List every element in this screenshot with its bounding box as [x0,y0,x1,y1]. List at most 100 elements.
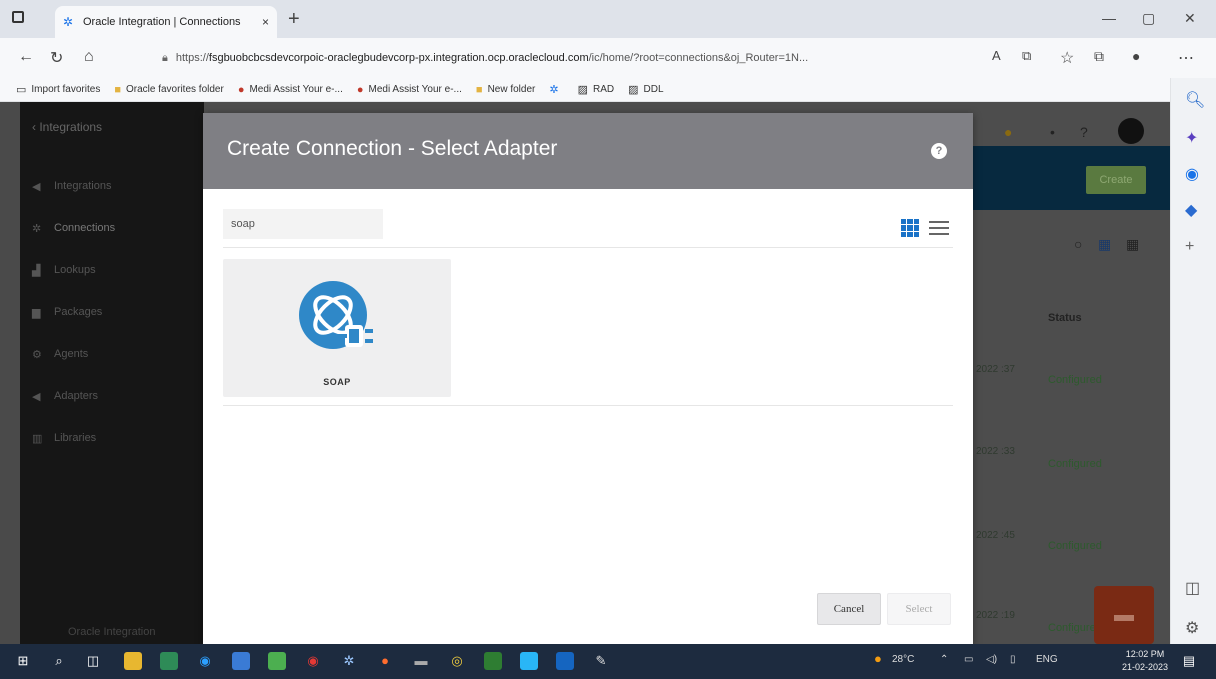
favorite-oracle-folder[interactable]: ■ Oracle favorites folder [114,84,223,96]
sidebar-layout-icon[interactable]: ◫ [1185,578,1200,598]
favorite-import[interactable]: ▭ Import favorites [16,83,100,96]
volume-icon[interactable]: ◁) [986,654,997,665]
grid-layout-icon[interactable]: ▦ [1098,236,1111,253]
sheets-app-icon[interactable] [160,652,178,670]
app-footer-label: Oracle Integration [68,626,156,638]
read-aloud-icon[interactable]: A [992,48,1001,63]
nav-item-packages[interactable]: ▆ Packages [32,300,204,324]
list-view-icon[interactable] [929,219,949,237]
app-icon[interactable]: ✲ [340,652,358,670]
app-icon[interactable]: ◎ [448,652,466,670]
row-status: Configured [1048,458,1102,470]
word-icon[interactable] [556,652,574,670]
url-prefix: https:// [175,52,209,64]
adapter-card-soap[interactable]: SOAP [223,259,451,397]
favorite-integration[interactable]: ✲ [549,83,563,96]
home-icon[interactable]: ⌂ [84,48,94,66]
minimize-icon[interactable]: — [1102,10,1116,26]
soap-adapter-icon [299,281,373,349]
app-icon[interactable]: ▬ [412,652,430,670]
nav-item-integrations[interactable]: ◀ Integrations [32,174,204,198]
app-icon[interactable]: ✎ [592,652,610,670]
app-icon[interactable] [232,652,250,670]
help-icon[interactable]: ? [931,143,947,159]
nav-item-agents[interactable]: ⚙ Agents [32,342,204,366]
favorites-bar: ▭ Import favorites ■ Oracle favorites fold… [0,78,1170,102]
medi-assist-icon: ● [356,83,364,96]
adapter-search-input[interactable] [223,209,383,239]
search-icon[interactable]: ⌕ [50,652,68,670]
tray-chevron-icon[interactable]: ⌃ [940,654,948,665]
back-arrow-icon[interactable]: ← [18,48,34,66]
adapters-icon: ◀ [32,390,41,403]
copilot-icon[interactable]: ✦ [1185,128,1198,148]
favorite-new-folder[interactable]: ■ New folder [476,84,535,96]
nav-item-libraries[interactable]: ▥ Libraries [32,426,204,450]
grid-view-icon[interactable] [901,219,919,237]
chrome-icon[interactable]: ◉ [304,652,322,670]
favorite-rad[interactable]: ▨ RAD [578,83,615,96]
tab-actions-icon[interactable] [12,11,24,23]
search-icon[interactable]: 🔍︎ [1185,90,1205,110]
back-to-integrations[interactable]: ‹ Integrations [32,120,102,134]
windows-start-icon[interactable]: ⊞ [14,652,32,670]
status-column-header: Status [1048,312,1082,324]
user-icon[interactable]: • [1050,124,1055,140]
notification-icon[interactable]: ● [1004,124,1012,140]
app-icon[interactable] [520,652,538,670]
row-status: Configured [1048,540,1102,552]
edge-sidebar: 🔍︎ ✦ ◉ ◆ + ◫ ⚙ [1170,78,1216,644]
more-menu-icon[interactable]: ⋯ [1178,48,1194,68]
chat-button[interactable]: ▬ [1094,586,1154,644]
packages-icon: ▆ [32,306,41,319]
task-view-icon[interactable]: ◫ [84,652,102,670]
divider [223,247,953,248]
browser-tab[interactable]: ✲ Oracle Integration | Connections × [55,6,277,38]
network-icon[interactable]: ▭ [964,654,973,665]
collections-icon[interactable]: ⧉ [1094,48,1104,65]
restore-icon[interactable]: ▢ [1142,10,1155,27]
add-sidebar-app-icon[interactable]: + [1185,238,1194,256]
file-explorer-icon[interactable] [124,652,142,670]
dialog-title: Create Connection - Select Adapter [227,137,558,160]
create-button[interactable]: Create [1086,166,1146,194]
refresh-list-icon[interactable]: ○ [1074,236,1082,252]
refresh-icon[interactable]: ↻ [50,48,63,68]
connections-icon: ✲ [32,222,42,235]
favorite-ddl[interactable]: ▨ DDL [628,83,663,96]
nav-item-adapters[interactable]: ◀ Adapters [32,384,204,408]
battery-icon[interactable]: ▯ [1010,654,1016,665]
new-tab-button[interactable]: + [288,8,300,31]
excel-icon[interactable] [484,652,502,670]
dialog-header: Create Connection - Select Adapter ? [203,113,973,189]
profile-avatar-icon[interactable]: ● [1132,48,1140,64]
favorite-medi-assist-2[interactable]: ● Medi Assist Your e-... [357,84,462,96]
language-indicator[interactable]: ENG [1036,654,1058,665]
app-icon[interactable]: ● [376,652,394,670]
favorite-medi-assist-1[interactable]: ● Medi Assist Your e-... [238,84,343,96]
import-icon: ▭ [16,84,27,96]
cancel-button[interactable]: Cancel [817,593,881,625]
weather-temp[interactable]: 28°C [892,654,914,665]
nav-item-connections[interactable]: ✲ Connections [32,216,204,240]
favorites-star-icon[interactable]: ☆ [1060,48,1074,68]
office-icon[interactable]: ◉ [1185,164,1199,184]
settings-gear-icon[interactable]: ⚙ [1185,618,1199,638]
select-button[interactable]: Select [887,593,951,625]
close-window-icon[interactable]: ✕ [1184,10,1196,27]
edge-browser-icon[interactable]: ◉ [196,652,214,670]
extensions-icon[interactable]: ⧉ [1022,48,1031,64]
clock[interactable]: 12:02 PM 21-02-2023 [1122,648,1168,674]
nav-item-lookups[interactable]: ▟ Lookups [32,258,204,282]
list-layout-icon[interactable]: ▦ [1126,236,1139,253]
outlook-icon[interactable]: ◆ [1185,200,1197,220]
lookups-icon: ▟ [32,264,41,277]
notifications-icon[interactable]: ▤ [1180,652,1198,670]
app-icon[interactable] [268,652,286,670]
create-connection-dialog: Create Connection - Select Adapter ? SOA… [203,113,973,645]
address-bar[interactable]: 🔒︎ https:// fsgbuobcbcsdevcorpoic-oracle… [162,45,982,71]
tab-close-icon[interactable]: × [262,15,269,29]
user-avatar[interactable] [1118,118,1144,144]
help-menu-icon[interactable]: ? [1080,124,1088,140]
chat-icon: ▬ [1114,603,1134,626]
